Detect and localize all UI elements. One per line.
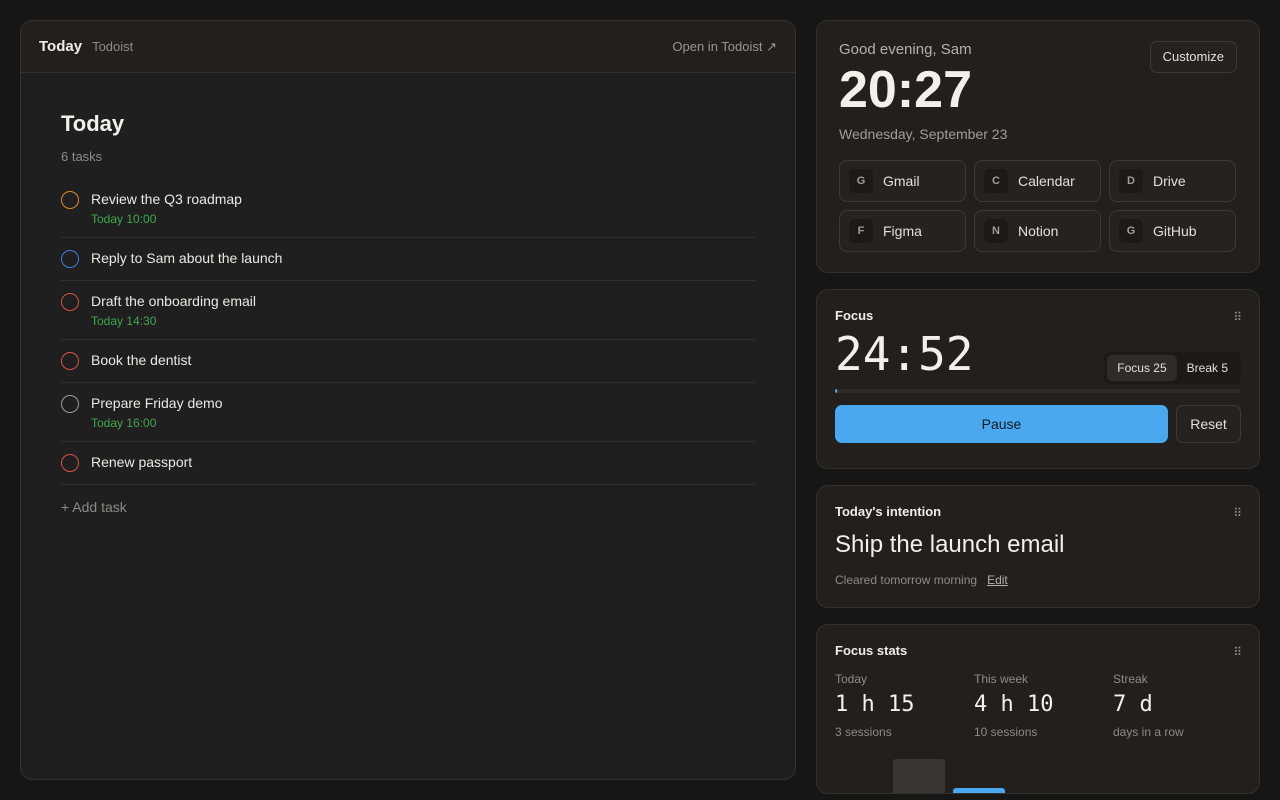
shortcut-name: Gmail [883,173,920,189]
customize-button[interactable]: Customize [1149,41,1237,73]
task-text: Book the dentist [91,351,191,369]
stats-grid: Today 1 h 15 3 sessions This week 4 h 10 10 s… [835,672,1241,739]
task-checkbox[interactable] [61,454,79,472]
task-area: Today 6 tasks Review the Q3 roadmap Today… [21,73,795,517]
stat-value: 1 h 15 [835,692,915,717]
reset-button[interactable]: Reset [1176,405,1241,443]
edit-intention-link[interactable]: Edit [987,573,1008,587]
intention-title: Today's intention [835,504,942,519]
task-text: Reply to Sam about the launch [91,249,282,267]
mode-toggle: Focus 25 Break 5 [1104,352,1241,384]
todoist-panel: Today Todoist Open in Todoist ↗ Today 6 … [20,20,796,780]
task-row[interactable]: Reply to Sam about the launch [61,238,755,281]
panel-title: Today [39,38,83,55]
pause-button[interactable]: Pause [835,405,1168,443]
focus-title: Focus [835,308,874,323]
task-row[interactable]: Book the dentist [61,340,755,383]
stat-label: Streak [1113,672,1148,686]
task-due-time: Today 16:00 [91,416,157,430]
task-heading: Today [61,111,125,136]
mode-focus-button[interactable]: Focus 25 [1107,355,1177,381]
task-text: Draft the onboarding email Today 14:30 [91,292,256,328]
open-in-todoist-link[interactable]: Open in Todoist ↗ [672,39,777,55]
stat-sub: 10 sessions [974,725,1038,739]
stat-sub: days in a row [1113,725,1184,739]
shortcut-grid: G Gmail C Calendar D Drive F Figma N Notion G GitHu… [839,160,1237,252]
intention-meta-text: Cleared tomorrow morning [835,573,978,587]
add-task-button[interactable]: + Add task [61,499,127,515]
task-list: Review the Q3 roadmap Today 10:00 Reply to… [61,184,755,485]
intention-card: Today's intention ⠿ Ship the launch emai… [816,485,1260,608]
focus-card: Focus ⠿ 24:52 Focus 25 Break 5 Pause Res… [816,289,1260,469]
shortcut-badge: C [984,169,1008,193]
shortcut-github[interactable]: G GitHub [1109,210,1236,252]
stat-label: Today [835,672,868,686]
task-due-time: Today 10:00 [91,212,157,226]
shortcut-drive[interactable]: D Drive [1109,160,1236,202]
mode-break-button[interactable]: Break 5 [1177,355,1238,381]
shortcut-calendar[interactable]: C Calendar [974,160,1101,202]
task-text: Review the Q3 roadmap Today 10:00 [91,190,242,226]
stat-column: Today 1 h 15 3 sessions [835,672,974,739]
stats-bar-chart [835,743,1235,793]
task-checkbox[interactable] [61,250,79,268]
task-row[interactable]: Draft the onboarding email Today 14:30 [61,281,755,340]
shortcut-name: Drive [1153,173,1186,189]
task-due-time: Today 14:30 [91,314,157,328]
shortcut-gmail[interactable]: G Gmail [839,160,966,202]
stats-bar [953,788,1005,793]
task-title: Prepare Friday demo [91,395,223,411]
task-row[interactable]: Prepare Friday demo Today 16:00 [61,383,755,442]
shortcut-badge: G [1119,219,1143,243]
stat-sub: 3 sessions [835,725,892,739]
task-count: 6 tasks [61,149,103,164]
intention-text: Ship the launch email [835,531,1065,558]
task-text: Prepare Friday demo Today 16:00 [91,394,223,430]
task-checkbox[interactable] [61,191,79,209]
intention-meta: Cleared tomorrow morning Edit [835,573,1241,587]
stats-title: Focus stats [835,643,908,658]
task-title: Review the Q3 roadmap [91,191,242,207]
shortcut-badge: N [984,219,1008,243]
focus-progress-bar [835,389,1241,393]
focus-actions: Pause Reset [835,405,1241,443]
task-checkbox[interactable] [61,352,79,370]
shortcut-name: Calendar [1018,173,1075,189]
task-row[interactable]: Review the Q3 roadmap Today 10:00 [61,184,755,238]
stat-value: 7 d [1113,692,1153,717]
stat-column: Streak 7 d days in a row [1113,672,1252,739]
greeting-card: Good evening, Sam 20:27 Wednesday, Septe… [816,20,1260,273]
task-title: Reply to Sam about the launch [91,250,283,266]
drag-handle-icon[interactable]: ⠿ [1233,310,1242,324]
task-title: Book the dentist [91,352,192,368]
date-text: Wednesday, September 23 [839,126,1008,142]
shortcut-figma[interactable]: F Figma [839,210,966,252]
shortcut-notion[interactable]: N Notion [974,210,1101,252]
focus-stats-card: Focus stats ⠿ Today 1 h 15 3 sessions This … [816,624,1260,794]
stat-column: This week 4 h 10 10 sessions [974,672,1113,739]
task-checkbox[interactable] [61,293,79,311]
shortcut-badge: G [849,169,873,193]
shortcut-name: Figma [883,223,922,239]
task-row[interactable]: Renew passport [61,442,755,485]
task-title: Renew passport [91,454,193,470]
drag-handle-icon[interactable]: ⠿ [1233,645,1242,659]
stat-label: This week [974,672,1029,686]
shortcut-badge: D [1119,169,1143,193]
stat-value: 4 h 10 [974,692,1054,717]
task-title: Draft the onboarding email [91,293,256,309]
shortcut-badge: F [849,219,873,243]
task-text: Renew passport [91,453,192,471]
panel-header: Today Todoist Open in Todoist ↗ [21,21,795,73]
focus-progress-fill [835,389,838,393]
stats-bar [893,759,945,793]
shortcut-name: Notion [1018,223,1059,239]
panel-source: Todoist [92,39,134,54]
drag-handle-icon[interactable]: ⠿ [1233,506,1242,520]
shortcut-name: GitHub [1153,223,1197,239]
task-checkbox[interactable] [61,395,79,413]
